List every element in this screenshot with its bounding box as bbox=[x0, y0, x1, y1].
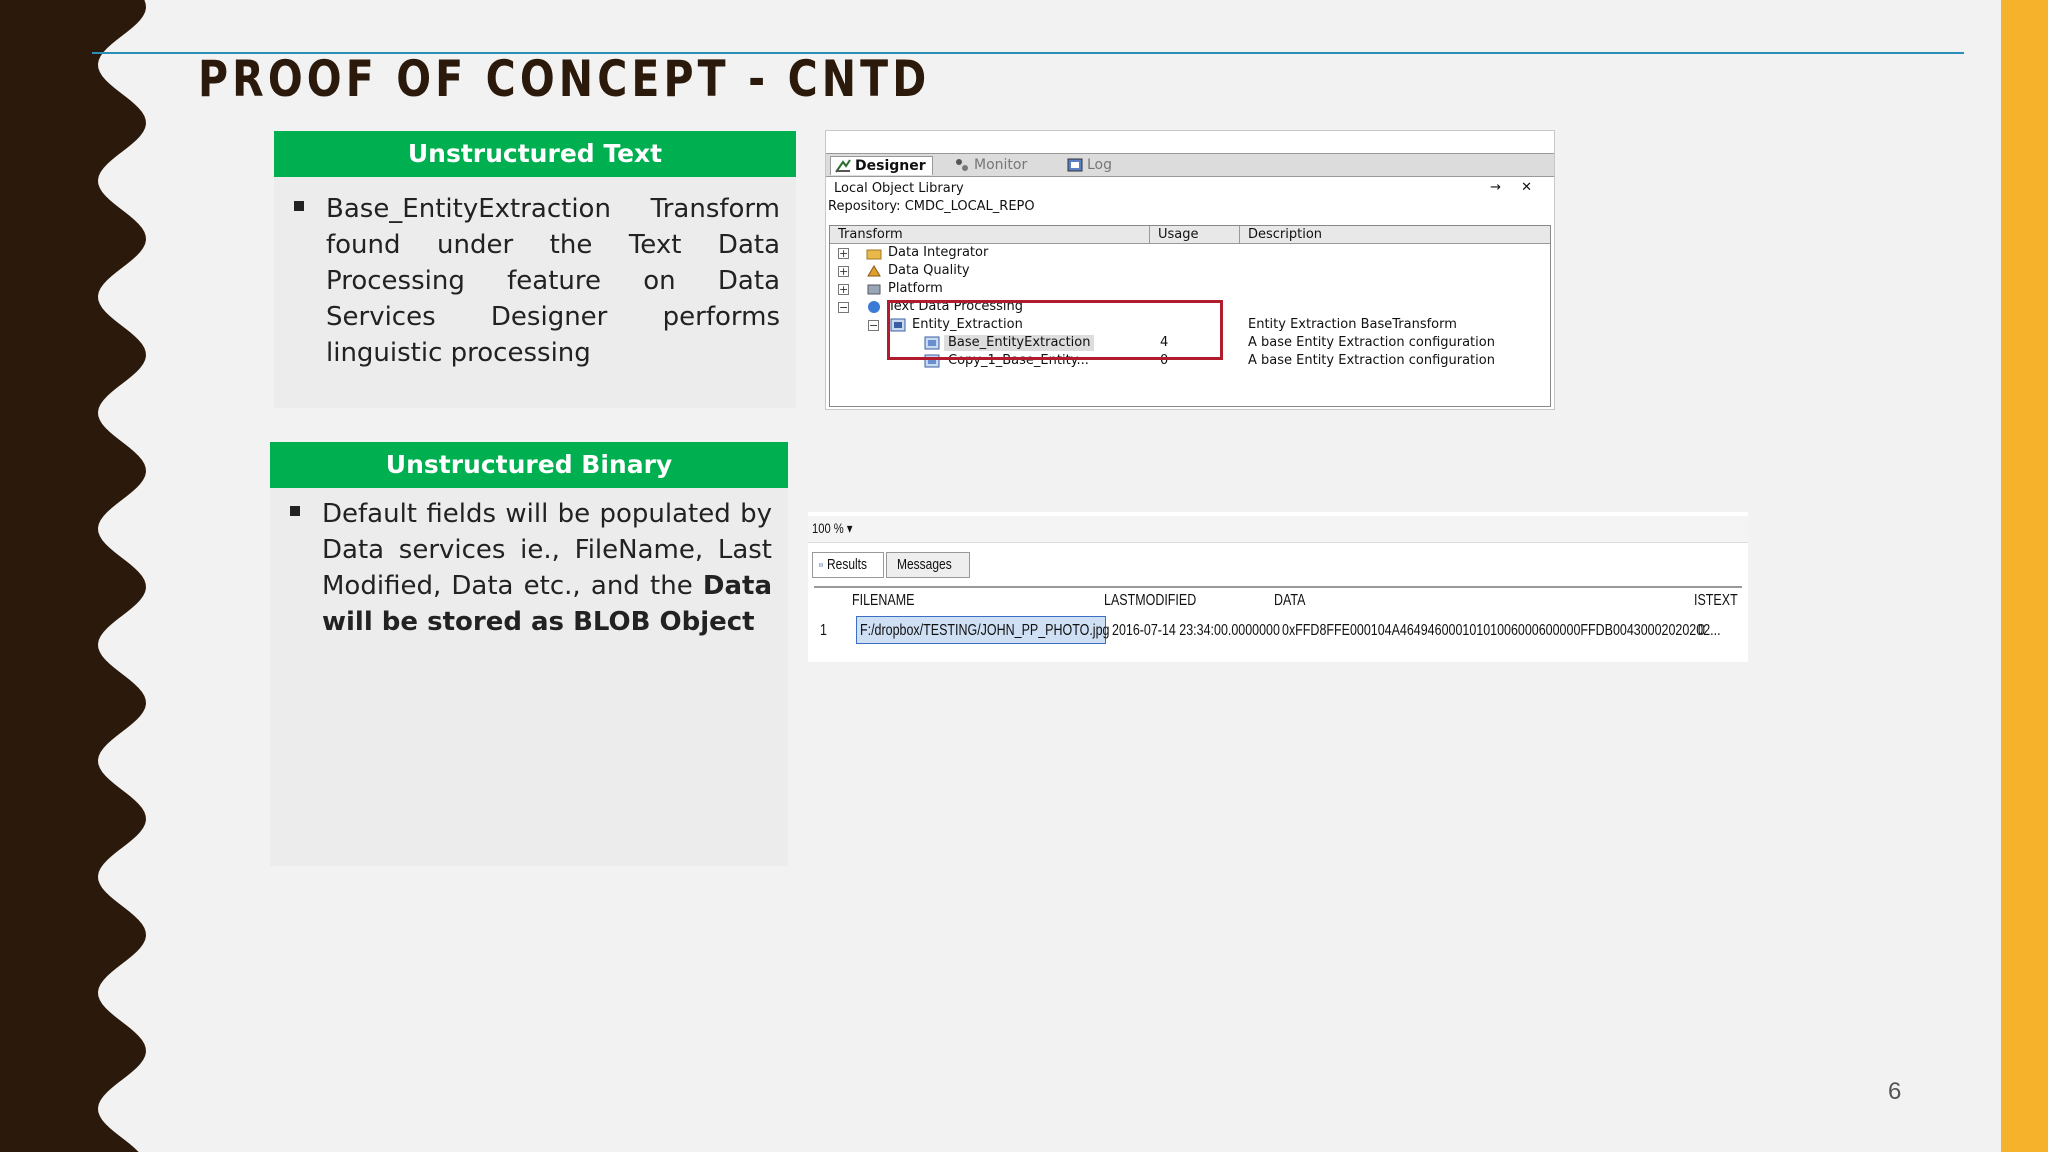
column-transform[interactable]: Transform bbox=[830, 226, 1150, 244]
bullet-marker bbox=[294, 201, 304, 211]
cell-lastmodified[interactable]: 2016-07-14 23:34:00.0000000 bbox=[1112, 622, 1280, 640]
platform-icon bbox=[867, 284, 881, 295]
designer-library-screenshot: Designer Monitor Log Local Object Librar… bbox=[825, 130, 1555, 410]
unstructured-text-body: Base_EntityExtraction Transform found un… bbox=[274, 177, 796, 371]
tab-results[interactable]: Results bbox=[812, 552, 884, 578]
column-istext[interactable]: ISTEXT bbox=[1694, 592, 1738, 610]
unstructured-binary-heading: Unstructured Binary bbox=[270, 442, 788, 488]
unstructured-binary-panel: Unstructured Binary Default fields will … bbox=[270, 442, 788, 866]
library-pin-close-controls[interactable]: → ✕ bbox=[1490, 180, 1540, 195]
cell-istext[interactable]: 0 bbox=[1698, 622, 1705, 640]
zoom-bar: 100 % ▾ bbox=[808, 516, 1748, 543]
library-title: Local Object Library bbox=[834, 181, 964, 196]
slide-title: PROOF OF CONCEPT - CNTD bbox=[198, 50, 931, 108]
unstructured-text-heading: Unstructured Text bbox=[274, 131, 796, 177]
text-processing-icon bbox=[868, 301, 880, 313]
unstructured-binary-body: Default fields will be populated by Data… bbox=[270, 488, 788, 640]
chevron-down-icon: ▾ bbox=[846, 520, 853, 536]
collapse-icon[interactable]: − bbox=[868, 320, 879, 331]
page-number: 6 bbox=[1888, 1078, 1902, 1105]
cell-filename[interactable]: F:/dropbox/TESTING/JOHN_PP_PHOTO.jpg bbox=[860, 622, 1109, 640]
column-description[interactable]: Description bbox=[1240, 226, 1550, 244]
tab-log[interactable]: Log bbox=[1063, 156, 1118, 174]
right-color-band bbox=[2001, 0, 2048, 1152]
unstructured-text-bullet: Base_EntityExtraction Transform found un… bbox=[326, 194, 780, 368]
query-results-screenshot: 100 % ▾ Results Messages FILENAME LASTMO… bbox=[808, 512, 1748, 662]
column-lastmodified[interactable]: LASTMODIFIED bbox=[1104, 592, 1196, 610]
designer-icon bbox=[835, 159, 851, 173]
collapse-icon[interactable]: − bbox=[838, 302, 849, 313]
repository-label: Repository: CMDC_LOCAL_REPO bbox=[828, 199, 1035, 214]
zoom-select[interactable]: 100 % ▾ bbox=[812, 520, 853, 537]
bullet-marker bbox=[290, 506, 300, 516]
data-quality-icon bbox=[867, 265, 881, 277]
grid-icon bbox=[819, 563, 823, 567]
tab-monitor[interactable]: Monitor bbox=[950, 156, 1033, 174]
expand-icon[interactable]: + bbox=[838, 266, 849, 277]
tab-designer[interactable]: Designer bbox=[830, 156, 933, 175]
monitor-icon bbox=[956, 159, 968, 171]
results-grid: FILENAME LASTMODIFIED DATA ISTEXT 1 F:/d… bbox=[814, 586, 1742, 646]
column-filename[interactable]: FILENAME bbox=[852, 592, 914, 610]
folder-icon bbox=[866, 249, 882, 260]
expand-icon[interactable]: + bbox=[838, 284, 849, 295]
highlight-rectangle bbox=[887, 300, 1223, 360]
designer-tab-bar: Designer Monitor Log bbox=[826, 153, 1554, 177]
log-icon bbox=[1067, 158, 1083, 172]
column-usage[interactable]: Usage bbox=[1150, 226, 1240, 244]
expand-icon[interactable]: + bbox=[838, 248, 849, 259]
column-data[interactable]: DATA bbox=[1274, 592, 1305, 610]
cell-data[interactable]: 0xFFD8FFE000104A464946000101010060006000… bbox=[1282, 622, 1721, 640]
unstructured-text-panel: Unstructured Text Base_EntityExtraction … bbox=[274, 131, 796, 408]
wavy-left-band bbox=[0, 0, 146, 1152]
row-index: 1 bbox=[820, 622, 827, 639]
tab-messages[interactable]: Messages bbox=[886, 552, 970, 578]
